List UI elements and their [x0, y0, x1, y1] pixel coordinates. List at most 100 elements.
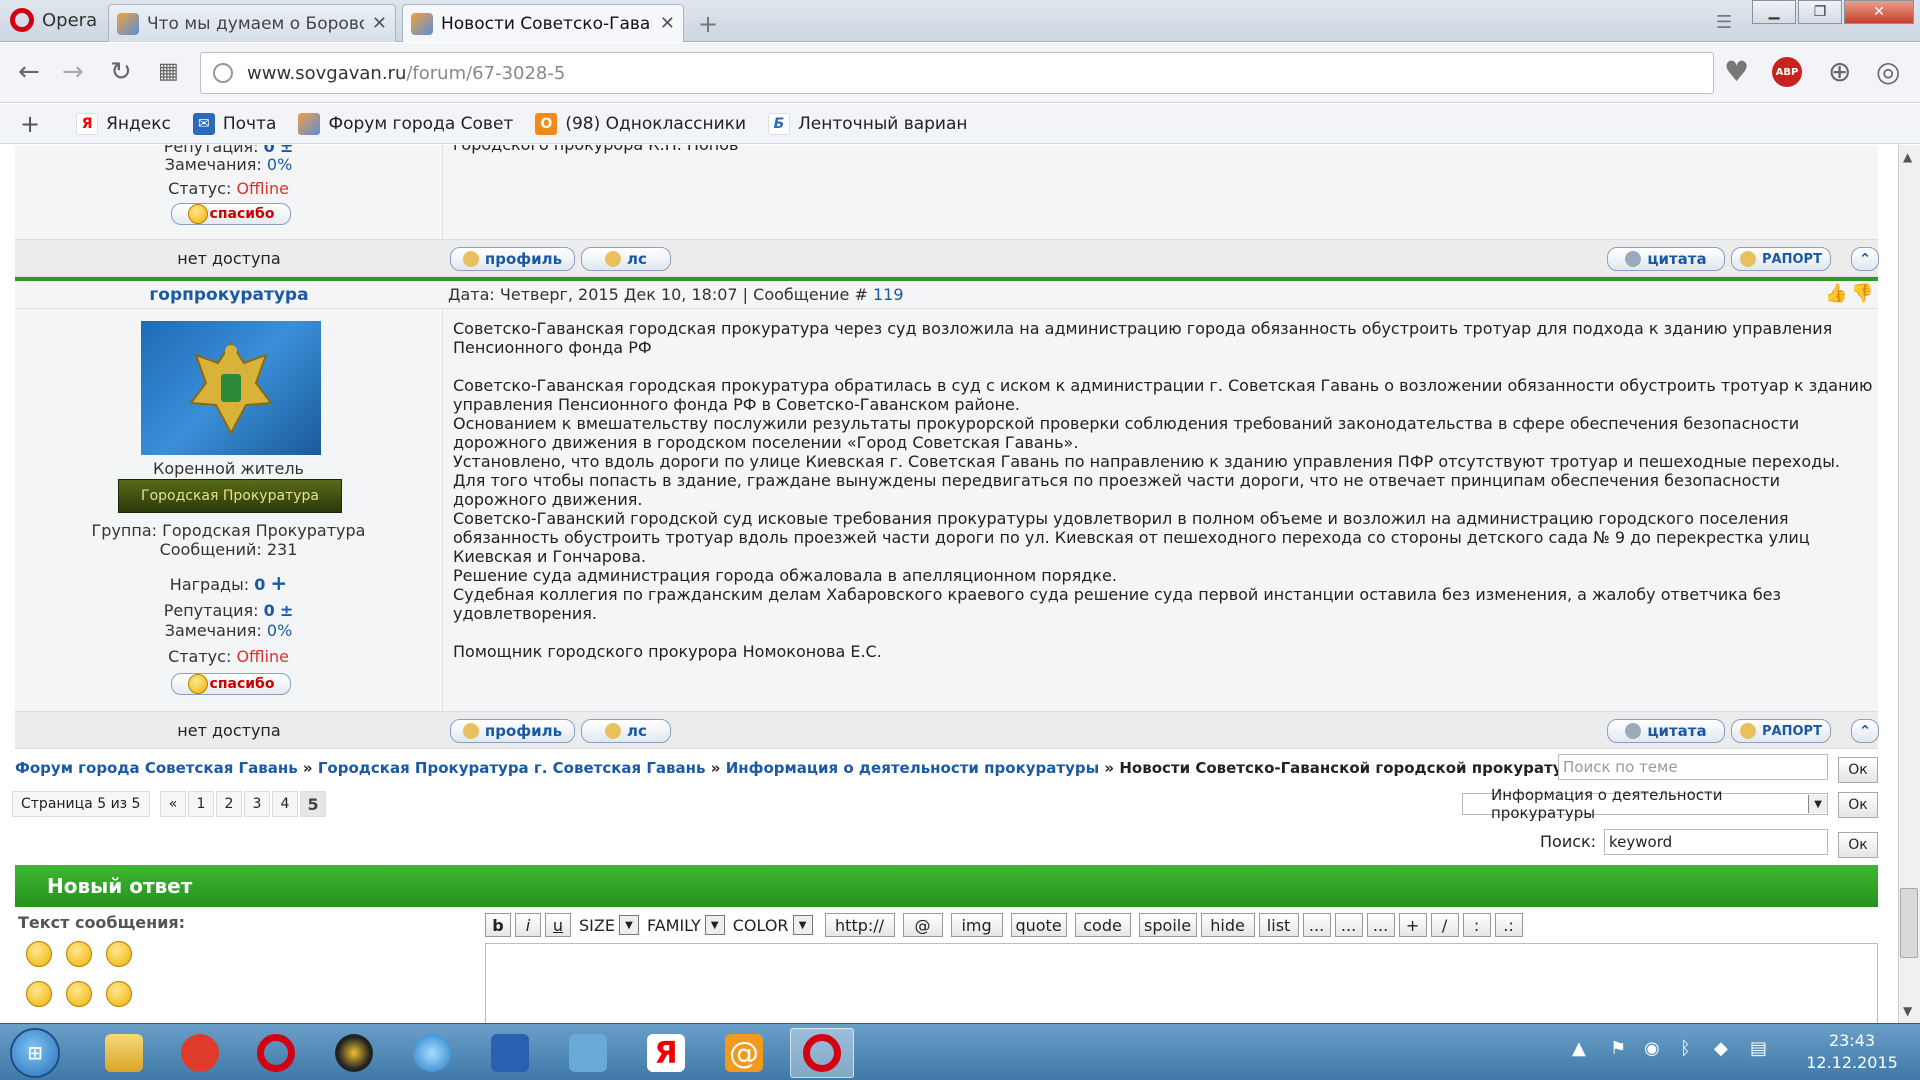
taskbar-explorer[interactable] [92, 1028, 156, 1078]
rate-down-icon[interactable]: 👎 [1851, 283, 1873, 304]
network-app-icon[interactable]: ◉ [1644, 1038, 1660, 1059]
topic-search-ok-button[interactable]: Ок [1838, 757, 1878, 783]
color-select[interactable]: COLOR ▼ [729, 913, 813, 937]
thanks-button[interactable]: спасибо [171, 673, 291, 695]
angry-smiley-icon[interactable] [26, 941, 52, 967]
underline-button[interactable]: u [545, 913, 571, 937]
shocked-smiley-icon[interactable] [26, 981, 52, 1007]
new-tab-icon[interactable]: + [698, 10, 718, 38]
taskbar-opera-1[interactable] [244, 1028, 308, 1078]
bookmark-mail[interactable]: ✉ Почта [192, 112, 276, 135]
adblock-icon[interactable]: ABP [1772, 57, 1802, 87]
close-window-icon[interactable]: ✕ [1844, 0, 1914, 24]
quote-button[interactable]: цитата [1607, 247, 1725, 271]
taskbar-yandex[interactable]: Я [634, 1028, 698, 1078]
report-button[interactable]: РАПОРТ [1731, 719, 1831, 743]
tab-close-icon[interactable]: ✕ [660, 13, 675, 34]
downloads-icon[interactable]: ⊕ [1828, 55, 1851, 88]
plus-button[interactable]: + [1398, 913, 1427, 937]
page-link[interactable]: 4 [272, 791, 298, 817]
add-award-icon[interactable]: + [270, 571, 287, 595]
page-link[interactable]: 3 [244, 791, 270, 817]
tab-menu-icon[interactable]: ☰ [1716, 12, 1732, 33]
scrollbar-thumb[interactable] [1900, 888, 1918, 958]
taskbar-media[interactable] [322, 1028, 386, 1078]
bookmark-lenta[interactable]: Б Ленточный вариант [768, 112, 968, 135]
breadcrumb-link[interactable]: Форум города Советская Гавань [15, 759, 298, 777]
tab-2[interactable]: Новости Советско-Гаванс ✕ [402, 4, 684, 42]
page-link[interactable]: 1 [188, 791, 214, 817]
prev-page-link[interactable]: « [160, 791, 186, 817]
scroll-down-icon[interactable]: ▼ [1903, 1004, 1912, 1018]
page-link[interactable]: 2 [216, 791, 242, 817]
reputation-icon[interactable]: ± [280, 601, 293, 620]
speed-dial-icon[interactable]: ▦ [158, 59, 179, 84]
tab-1[interactable]: Что мы думаем о Боровс ✕ [108, 4, 396, 42]
search-input[interactable]: keyword [1604, 829, 1828, 855]
taskbar-clock[interactable]: 23:43 12.12.2015 [1802, 1030, 1902, 1074]
more-button-3[interactable]: ... [1366, 913, 1395, 937]
post-author[interactable]: горпрокуратура [15, 285, 443, 305]
italic-button[interactable]: i [515, 913, 541, 937]
grin-smiley-icon[interactable] [66, 941, 92, 967]
report-button[interactable]: РАПОРТ [1731, 247, 1831, 271]
start-button[interactable]: ⊞ [10, 1028, 60, 1078]
size-select[interactable]: SIZE ▼ [575, 913, 639, 937]
bookmark-forum[interactable]: Форум города Совет [298, 112, 513, 135]
tab-close-icon[interactable]: ✕ [372, 13, 387, 34]
taskbar-word[interactable] [478, 1028, 542, 1078]
reload-icon[interactable]: ↻ [110, 57, 132, 87]
hide-button[interactable]: hide [1200, 913, 1255, 937]
scroll-top-icon[interactable]: ⌃ [1851, 247, 1879, 271]
smile-smiley-icon[interactable] [106, 981, 132, 1007]
spoiler-button[interactable]: spoile [1138, 913, 1197, 937]
list-button[interactable]: list [1258, 913, 1299, 937]
site-info-icon[interactable] [213, 63, 233, 83]
bluetooth-icon[interactable]: ᛒ [1680, 1038, 1691, 1059]
forward-icon[interactable]: → [62, 57, 84, 87]
bookmark-heart-icon[interactable]: ♥ [1724, 55, 1749, 88]
cool-smiley-icon[interactable] [106, 941, 132, 967]
quote-button[interactable]: цитата [1607, 719, 1725, 743]
email-button[interactable]: @ [902, 913, 943, 937]
tray-expand-icon[interactable]: ▲ [1572, 1038, 1586, 1059]
bookmark-odnoklassniki[interactable]: О (98) Одноклассники [535, 112, 746, 135]
forum-jump-ok-button[interactable]: Ок [1838, 792, 1878, 818]
maximize-icon[interactable]: ❐ [1798, 0, 1842, 24]
add-bookmark-icon[interactable]: + [20, 110, 40, 138]
minimize-icon[interactable]: ▁ [1752, 0, 1796, 24]
breadcrumb-link[interactable]: Городская Прокуратура г. Советская Гаван… [318, 759, 706, 777]
scroll-up-icon[interactable]: ▲ [1903, 150, 1912, 164]
taskbar-foxit[interactable] [168, 1028, 232, 1078]
forum-jump-select[interactable]: Информация о деятельности прокуратуры ▼ [1462, 786, 1828, 822]
thanks-button[interactable]: спасибо [171, 203, 291, 225]
antivirus-icon[interactable]: ◆ [1714, 1038, 1728, 1059]
more-button-1[interactable]: ... [1302, 913, 1331, 937]
post-number-link[interactable]: 119 [873, 285, 904, 304]
slash-button[interactable]: / [1430, 913, 1459, 937]
bookmark-yandex[interactable]: Я Яндекс [76, 112, 171, 135]
sad-smiley-icon[interactable] [66, 981, 92, 1007]
topic-search-input[interactable]: Поиск по теме [1558, 754, 1828, 780]
search-ok-button[interactable]: Ок [1838, 832, 1878, 858]
message-textarea[interactable] [485, 943, 1878, 1023]
taskbar-opera-2[interactable] [790, 1028, 854, 1078]
account-icon[interactable]: ◎ [1876, 55, 1900, 88]
pm-button[interactable]: лс [581, 719, 671, 743]
url-button[interactable]: http:// [824, 913, 895, 937]
colon-button-2[interactable]: .: [1494, 913, 1523, 937]
scroll-top-icon[interactable]: ⌃ [1851, 719, 1879, 743]
network-icon[interactable]: ▤ [1750, 1038, 1767, 1059]
profile-button[interactable]: профиль [450, 247, 575, 271]
colon-button-1[interactable]: : [1462, 913, 1491, 937]
taskbar-ie[interactable] [400, 1028, 464, 1078]
back-icon[interactable]: ← [18, 57, 40, 87]
more-button-2[interactable]: ... [1334, 913, 1363, 937]
profile-button[interactable]: профиль [450, 719, 575, 743]
opera-menu-button[interactable]: Opera [0, 0, 106, 40]
img-button[interactable]: img [950, 913, 1003, 937]
taskbar-audio[interactable] [556, 1028, 620, 1078]
family-select[interactable]: FAMILY ▼ [643, 913, 725, 937]
code-button[interactable]: code [1074, 913, 1131, 937]
bold-button[interactable]: b [485, 913, 511, 937]
